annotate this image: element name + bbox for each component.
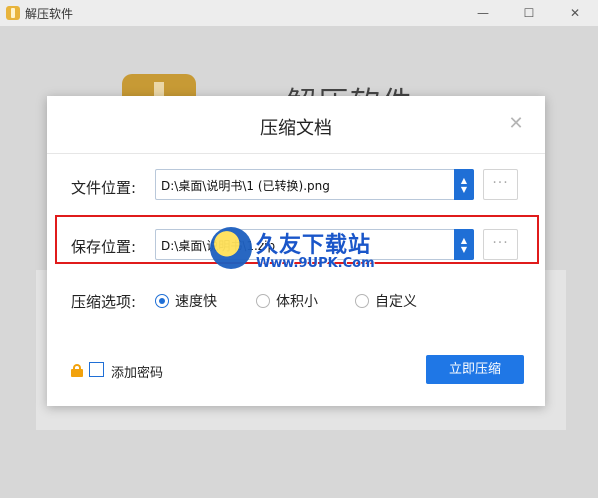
title-bar: 解压软件 — ☐ ✕ bbox=[0, 0, 598, 26]
file-location-label: 文件位置: bbox=[71, 179, 137, 197]
chevron-down-icon: ▼ bbox=[460, 244, 468, 254]
option-custom[interactable]: 自定义 bbox=[355, 291, 417, 311]
compress-options-label: 压缩选项: bbox=[71, 293, 137, 311]
add-password-label[interactable]: 添加密码 bbox=[111, 362, 163, 381]
chevron-down-icon: ▼ bbox=[460, 184, 468, 194]
dialog-title: 压缩文档 bbox=[260, 118, 332, 139]
file-location-field[interactable]: D:\桌面\说明书\1 (已转换).png ▲ ▼ bbox=[155, 169, 474, 200]
window-controls: — ☐ ✕ bbox=[460, 0, 598, 26]
minimize-button[interactable]: — bbox=[460, 0, 506, 26]
option-small[interactable]: 体积小 bbox=[256, 291, 318, 311]
chevron-up-icon: ▲ bbox=[460, 235, 468, 245]
compress-now-button[interactable]: 立即压缩 bbox=[426, 355, 524, 384]
option-small-label: 体积小 bbox=[276, 294, 318, 310]
radio-fast[interactable] bbox=[155, 294, 169, 308]
file-browse-button[interactable]: ··· bbox=[483, 169, 518, 200]
lock-icon bbox=[71, 364, 83, 377]
option-custom-label: 自定义 bbox=[375, 294, 417, 310]
chevron-up-icon: ▲ bbox=[460, 175, 468, 185]
app-icon bbox=[6, 6, 20, 20]
save-browse-button[interactable]: ··· bbox=[483, 229, 518, 260]
file-location-value: D:\桌面\说明书\1 (已转换).png bbox=[161, 179, 330, 193]
save-location-label: 保存位置: bbox=[71, 238, 137, 256]
save-location-value: D:\桌面\说明书\1.zip bbox=[161, 239, 276, 253]
option-fast-label: 速度快 bbox=[175, 294, 217, 310]
save-location-field[interactable]: D:\桌面\说明书\1.zip ▲ ▼ bbox=[155, 229, 474, 260]
dialog-header: 压缩文档 ✕ bbox=[47, 96, 545, 154]
close-window-button[interactable]: ✕ bbox=[552, 0, 598, 26]
save-location-dropdown[interactable]: ▲ ▼ bbox=[454, 229, 474, 260]
option-fast[interactable]: 速度快 bbox=[155, 291, 217, 311]
maximize-button[interactable]: ☐ bbox=[506, 0, 552, 26]
window-title: 解压软件 bbox=[25, 6, 74, 21]
close-icon[interactable]: ✕ bbox=[507, 115, 525, 133]
file-location-dropdown[interactable]: ▲ ▼ bbox=[454, 169, 474, 200]
add-password-checkbox[interactable] bbox=[89, 362, 104, 377]
radio-small[interactable] bbox=[256, 294, 270, 308]
radio-custom[interactable] bbox=[355, 294, 369, 308]
compress-dialog: 压缩文档 ✕ 文件位置: D:\桌面\说明书\1 (已转换).png ▲ ▼ ·… bbox=[47, 96, 545, 406]
